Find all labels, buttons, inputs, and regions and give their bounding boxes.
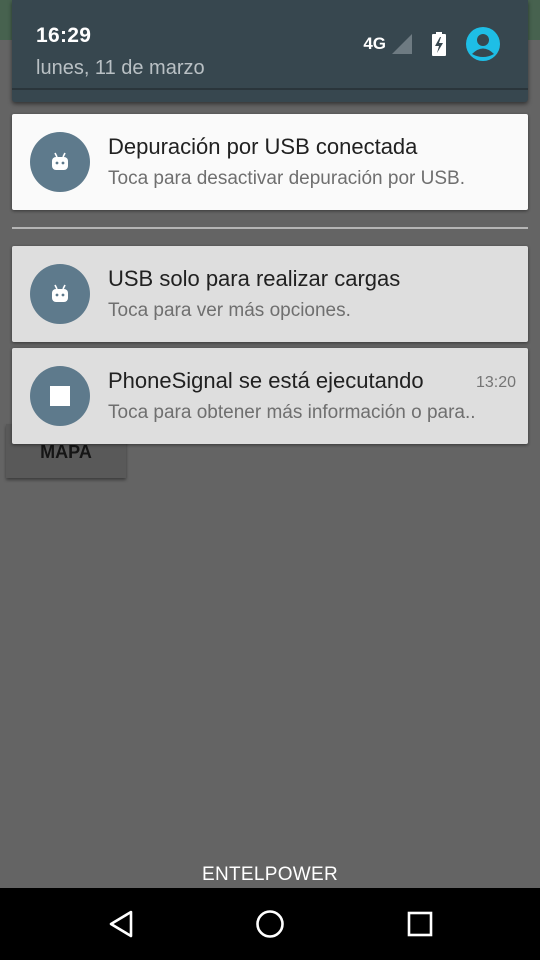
- notification-title: Depuración por USB conectada: [108, 134, 418, 159]
- clock: 16:29: [36, 24, 92, 47]
- notification-phonesignal[interactable]: PhoneSignal se está ejecutando 13:20 Toc…: [12, 348, 528, 444]
- home-icon: [256, 910, 284, 938]
- notification-usb-charging[interactable]: USB solo para realizar cargas Toca para …: [12, 246, 528, 342]
- screen: MAPA 16:29 lunes, 11 de marzo 4G Depurac…: [0, 0, 540, 960]
- notification-text: Toca para ver más opciones.: [108, 300, 351, 321]
- notification-title: USB solo para realizar cargas: [108, 266, 401, 291]
- notification-text: Toca para obtener más información o para…: [108, 402, 476, 423]
- stop-square-icon: [50, 386, 70, 406]
- network-type-label: 4G: [363, 34, 386, 53]
- back-icon: [109, 910, 133, 938]
- notification-avatar: [30, 132, 90, 192]
- android-icon: [52, 284, 68, 302]
- back-button[interactable]: [103, 906, 139, 942]
- notification-text: Toca para desactivar depuración por USB.: [108, 168, 465, 189]
- header-divider: [12, 88, 528, 90]
- status-icons: 4G: [363, 26, 500, 62]
- notification-time: 13:20: [475, 374, 516, 391]
- navigation-bar: [0, 888, 540, 960]
- notification-avatar: [30, 366, 90, 426]
- date-label: lunes, 11 de marzo: [36, 57, 205, 79]
- home-button[interactable]: [252, 906, 288, 942]
- recents-button[interactable]: [402, 906, 438, 942]
- notification-title: PhoneSignal se está ejecutando: [108, 368, 424, 393]
- carrier-label: ENTELPOWER: [201, 864, 339, 885]
- user-account-icon[interactable]: [466, 27, 500, 61]
- notification-usb-debugging[interactable]: Depuración por USB conectada Toca para d…: [12, 114, 528, 210]
- quick-settings-header[interactable]: 16:29 lunes, 11 de marzo 4G: [12, 0, 528, 102]
- android-icon: [52, 152, 68, 170]
- signal-icon: [392, 34, 412, 54]
- battery-charging-icon: [432, 32, 446, 56]
- recents-icon: [407, 911, 433, 937]
- notification-section-divider: [12, 227, 528, 229]
- notification-avatar: [30, 264, 90, 324]
